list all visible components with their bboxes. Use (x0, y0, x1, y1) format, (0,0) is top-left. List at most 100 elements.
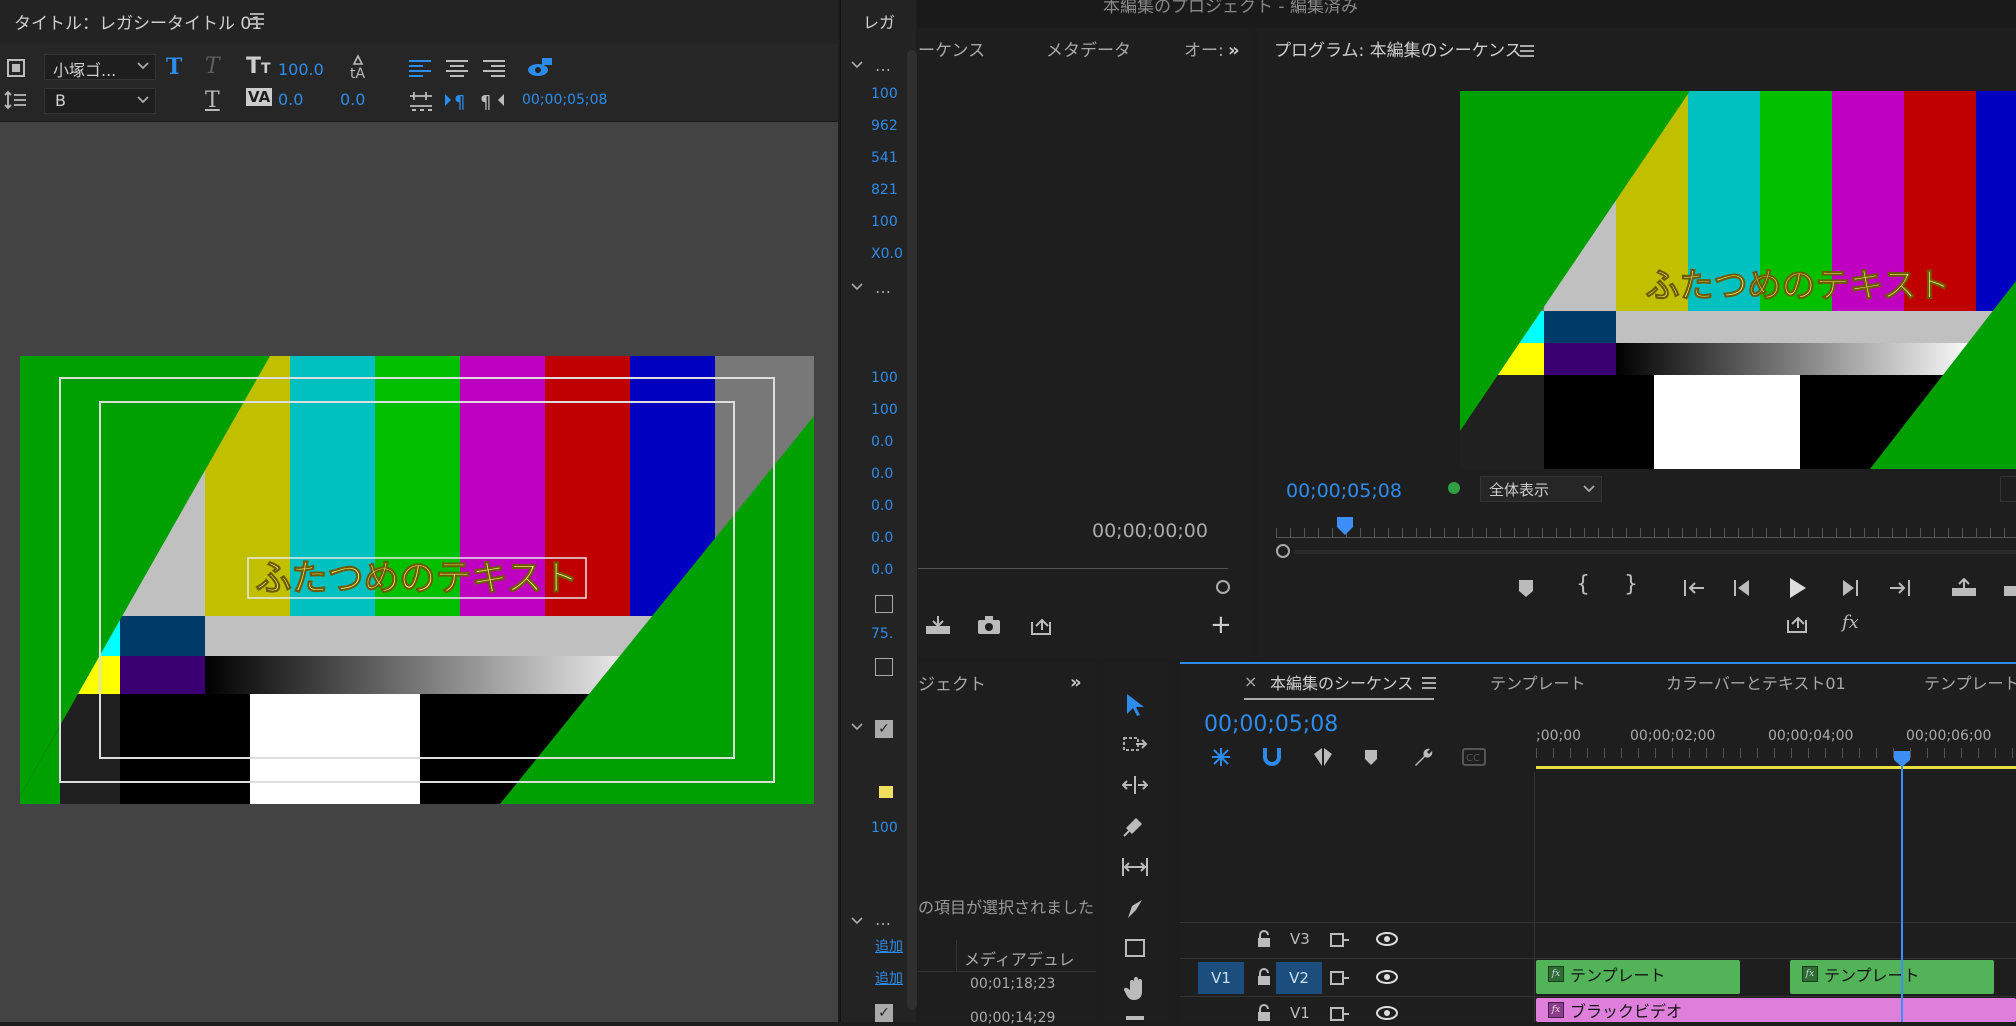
paragraph-ltr-icon[interactable]: ¶ (444, 90, 470, 112)
razor-icon[interactable] (1122, 814, 1146, 838)
lift-icon[interactable] (1950, 578, 1978, 598)
step-back-icon[interactable] (1732, 578, 1752, 598)
clip-template-1[interactable]: fx テンプレート (1536, 960, 1740, 994)
program-timecode[interactable]: 00;00;05;08 (1286, 480, 1402, 502)
title-timecode[interactable]: 00;00;05;08 (522, 92, 607, 108)
zoom-handle[interactable] (1276, 544, 1290, 558)
lock-icon[interactable] (1256, 930, 1272, 948)
more-panels-icon[interactable]: » (1228, 40, 1240, 61)
track-select-icon[interactable] (1122, 734, 1148, 756)
export-icon[interactable] (1028, 614, 1054, 636)
sync-lock-icon[interactable] (1330, 970, 1350, 986)
zoom-bar[interactable] (1294, 550, 2016, 554)
add-marker-icon[interactable] (1364, 748, 1378, 766)
font-family-select[interactable]: 小塚ゴ... (44, 54, 156, 80)
chevron-down-icon[interactable] (851, 60, 863, 70)
zoom-select[interactable]: 全体表示 (1480, 476, 1602, 502)
tab-template[interactable]: テンプレート (1490, 670, 1586, 694)
property-value[interactable]: 541 (871, 150, 898, 166)
work-area-bar[interactable] (1536, 766, 2016, 769)
timeline-ruler[interactable] (1536, 748, 2016, 758)
playhead-marker[interactable] (1336, 516, 1354, 536)
more-panels-icon[interactable]: » (1070, 672, 1082, 693)
track-label-v1[interactable]: V1 (1290, 1004, 1310, 1022)
property-value[interactable]: 0.0 (871, 562, 893, 578)
font-style-select[interactable]: B (44, 88, 156, 114)
underline-text-icon[interactable]: T (205, 88, 220, 113)
add-link[interactable]: 追加 (875, 968, 903, 988)
add-marker-icon[interactable] (1518, 578, 1534, 598)
tab-template-2[interactable]: テンプレート (1924, 670, 2016, 694)
lock-icon[interactable] (1256, 1004, 1272, 1022)
extract-icon[interactable] (2004, 578, 2016, 598)
program-title[interactable]: プログラム: 本編集のシーケンス (1274, 36, 1522, 61)
source-time-ruler[interactable] (918, 568, 1228, 582)
title-tools-icon[interactable] (6, 58, 26, 78)
property-value[interactable]: 0.0 (871, 498, 893, 514)
tab-colorbars-text[interactable]: カラーバーとテキスト01 (1666, 670, 1846, 694)
add-link[interactable]: 追加 (875, 936, 903, 956)
go-to-in-icon[interactable] (1682, 578, 1706, 598)
eye-icon[interactable] (1376, 1006, 1398, 1020)
show-background-video-icon[interactable] (526, 56, 554, 80)
align-right-icon[interactable] (482, 58, 506, 80)
properties-scrollbar[interactable] (907, 50, 917, 1010)
camera-icon[interactable] (976, 614, 1002, 636)
tab-stops-icon[interactable] (408, 90, 434, 112)
font-size-value[interactable]: 100.0 (278, 60, 324, 79)
resolution-select[interactable] (2000, 476, 2016, 502)
fx-icon[interactable]: fx (1842, 612, 1859, 633)
property-value[interactable]: 962 (871, 118, 898, 134)
property-value[interactable]: 0.0 (871, 530, 893, 546)
property-value[interactable]: 100 (871, 820, 898, 836)
checkbox[interactable] (875, 658, 893, 676)
property-value[interactable]: 100 (871, 370, 898, 386)
export-frame-icon[interactable] (1784, 612, 1810, 634)
more-icon[interactable]: … (875, 910, 891, 929)
program-time-ruler[interactable] (1276, 528, 2016, 538)
ripple-edit-icon[interactable] (1122, 774, 1148, 796)
property-value[interactable]: 100 (871, 402, 898, 418)
hand-icon[interactable] (1124, 976, 1148, 1002)
lock-icon[interactable] (1256, 968, 1272, 986)
kerning-value[interactable]: 0.0 (278, 90, 303, 109)
rectangle-tool-icon[interactable] (1124, 938, 1146, 958)
checkbox-checked[interactable]: ✓ (875, 720, 893, 738)
chevron-down-icon[interactable] (851, 722, 863, 732)
timeline-playhead-line[interactable] (1901, 766, 1903, 1022)
property-value[interactable]: 100 (871, 86, 898, 102)
pen-icon[interactable] (1124, 898, 1146, 922)
type-tool-icon[interactable] (1124, 1016, 1146, 1024)
tracking-value[interactable]: 0.0 (340, 90, 365, 109)
track-label-v3[interactable]: V3 (1290, 930, 1310, 948)
chevron-down-icon[interactable] (851, 282, 863, 292)
canvas-text[interactable]: ふたつめのテキスト (255, 558, 579, 600)
slip-icon[interactable] (1120, 856, 1150, 878)
fill-color-swatch[interactable] (879, 786, 893, 798)
table-row[interactable]: 00;00;14;29 (970, 1010, 1055, 1026)
close-icon[interactable]: × (1244, 672, 1257, 691)
property-value[interactable]: 100 (871, 214, 898, 230)
wrench-icon[interactable] (1412, 746, 1434, 768)
checkbox-checked[interactable]: ✓ (875, 1004, 893, 1022)
align-center-icon[interactable] (445, 58, 469, 80)
tab-metadata[interactable]: メタデータ (1046, 36, 1131, 61)
paragraph-rtl-icon[interactable]: ¶ (480, 90, 506, 112)
eye-icon[interactable] (1376, 970, 1398, 984)
property-value[interactable]: X0.0 (871, 246, 903, 262)
clip-template-2[interactable]: fx テンプレート (1790, 960, 1994, 994)
hamburger-icon[interactable] (1520, 44, 1534, 58)
tab-sequence[interactable]: ーケンス (918, 36, 985, 61)
property-value[interactable]: 821 (871, 182, 898, 198)
step-forward-icon[interactable] (1840, 578, 1860, 598)
go-to-out-icon[interactable] (1888, 578, 1912, 598)
column-header[interactable]: メディアデュレ (964, 946, 1075, 970)
insert-icon[interactable] (924, 614, 952, 636)
timeline-timecode[interactable]: 00;00;05;08 (1204, 712, 1338, 737)
title-panel-tab[interactable]: タイトル：レガシータイトル 01 (14, 9, 262, 34)
nest-icon[interactable] (1210, 746, 1232, 768)
eye-icon[interactable] (1376, 932, 1398, 946)
more-icon[interactable]: … (875, 56, 891, 75)
add-button-icon[interactable]: + (1210, 610, 1232, 640)
property-value[interactable]: 75. (871, 626, 893, 642)
